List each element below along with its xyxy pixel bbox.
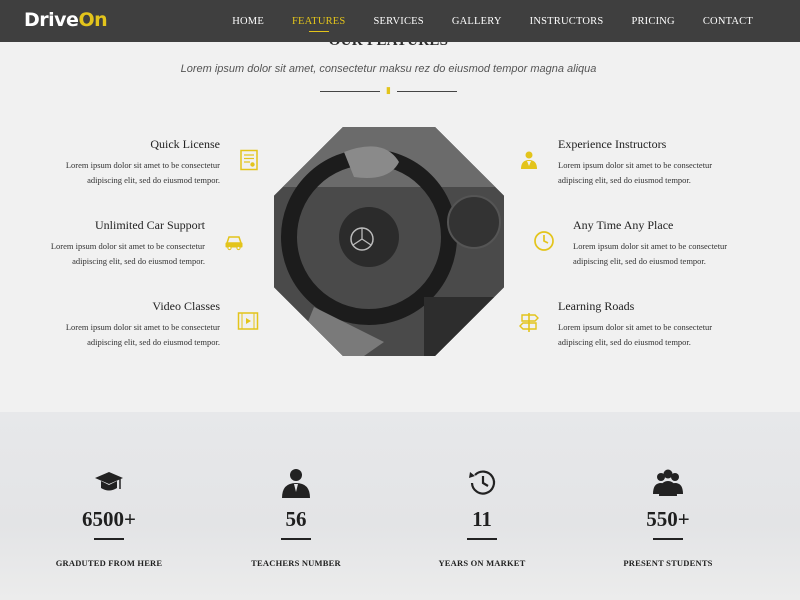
feature-text-line1: Lorem ipsum dolor sit amet to be consect… xyxy=(65,322,220,332)
feature-title: Any Time Any Place xyxy=(573,218,674,232)
feature-title: Quick License xyxy=(150,137,220,151)
feature-text-line1: Lorem ipsum dolor sit amet to be consect… xyxy=(573,241,728,251)
stat-value: 56 xyxy=(285,507,307,531)
instructor-icon xyxy=(518,149,540,171)
feature-text-line2: adipiscing elit, sed do eiusmod tempor. xyxy=(87,175,220,185)
feature-text-line2: adipiscing elit, sed do eiusmod tempor. xyxy=(558,175,691,185)
top-navbar: DriveOn HOME FEATURES SERVICES GALLERY I… xyxy=(0,0,800,42)
stat-label: PRESENT STUDENTS xyxy=(623,558,713,568)
nav-features[interactable]: FEATURES xyxy=(292,16,346,27)
graduation-cap-icon xyxy=(95,472,123,491)
feature-text-line1: Lorem ipsum dolor sit amet to be consect… xyxy=(558,322,713,332)
brand-name-prefix: Drive xyxy=(24,9,79,31)
nav-services[interactable]: SERVICES xyxy=(373,16,423,27)
feature-text-line1: Lorem ipsum dolor sit amet to be consect… xyxy=(65,160,220,170)
teacher-icon xyxy=(282,469,310,498)
brand-name-suffix: On xyxy=(78,9,108,31)
stat-label: GRADUTED FROM HERE xyxy=(55,558,163,568)
feature-experience-instructors: Experience Instructors Lorem ipsum dolor… xyxy=(558,137,758,188)
video-icon xyxy=(237,310,259,332)
feature-learning-roads: Learning Roads Lorem ipsum dolor sit ame… xyxy=(558,299,758,350)
stats-section: 6500+ GRADUTED FROM HERE 56 TEACHERS NUM… xyxy=(0,412,800,600)
nav-home[interactable]: HOME xyxy=(232,16,264,27)
car-icon xyxy=(223,230,245,252)
feature-text-line2: adipiscing elit, sed do eiusmod tempor. xyxy=(573,256,706,266)
divider-mark-icon: ▮ xyxy=(386,86,391,96)
nav-instructors[interactable]: INSTRUCTORS xyxy=(530,16,604,27)
stat-value: 11 xyxy=(472,507,492,531)
main-nav: HOME FEATURES SERVICES GALLERY INSTRUCTO… xyxy=(204,0,753,42)
feature-text-line1: Lorem ipsum dolor sit amet to be consect… xyxy=(558,160,713,170)
features-subtitle: Lorem ipsum dolor sit amet, consectetur … xyxy=(180,63,597,75)
feature-title: Unlimited Car Support xyxy=(95,218,205,232)
feature-title: Video Classes xyxy=(152,299,220,313)
feature-any-time-any-place: Any Time Any Place Lorem ipsum dolor sit… xyxy=(573,218,773,269)
feature-title: Learning Roads xyxy=(558,299,635,313)
stat-years: 11 YEARS ON MARKET xyxy=(402,468,562,568)
brand-logo[interactable]: DriveOn xyxy=(24,9,108,31)
feature-video-classes: Video Classes Lorem ipsum dolor sit amet… xyxy=(20,299,220,350)
section-divider: ▮ xyxy=(320,86,457,96)
feature-title: Experience Instructors xyxy=(558,137,667,151)
feature-quick-license: Quick License Lorem ipsum dolor sit amet… xyxy=(20,137,220,188)
stat-label: TEACHERS NUMBER xyxy=(251,558,341,568)
stat-label: YEARS ON MARKET xyxy=(438,558,526,568)
nav-gallery[interactable]: GALLERY xyxy=(452,16,502,27)
signpost-icon xyxy=(518,311,540,333)
feature-text-line2: adipiscing elit, sed do eiusmod tempor. xyxy=(558,337,691,347)
stat-value: 6500+ xyxy=(82,507,136,531)
nav-contact[interactable]: CONTACT xyxy=(703,16,753,27)
feature-unlimited-car-support: Unlimited Car Support Lorem ipsum dolor … xyxy=(5,218,205,269)
feature-text-line2: adipiscing elit, sed do eiusmod tempor. xyxy=(72,256,205,266)
stat-students: 550+ PRESENT STUDENTS xyxy=(588,468,748,568)
stat-value: 550+ xyxy=(646,507,690,531)
stat-teachers: 56 TEACHERS NUMBER xyxy=(216,468,376,568)
nav-pricing[interactable]: PRICING xyxy=(631,16,674,27)
steering-wheel-photo xyxy=(274,127,504,356)
stat-graduated: 6500+ GRADUTED FROM HERE xyxy=(29,468,189,568)
feature-text-line1: Lorem ipsum dolor sit amet to be consect… xyxy=(50,241,205,251)
feature-text-line2: adipiscing elit, sed do eiusmod tempor. xyxy=(87,337,220,347)
students-icon xyxy=(653,469,683,496)
history-icon xyxy=(469,470,496,495)
license-icon xyxy=(238,149,260,171)
clock-icon xyxy=(533,230,555,252)
